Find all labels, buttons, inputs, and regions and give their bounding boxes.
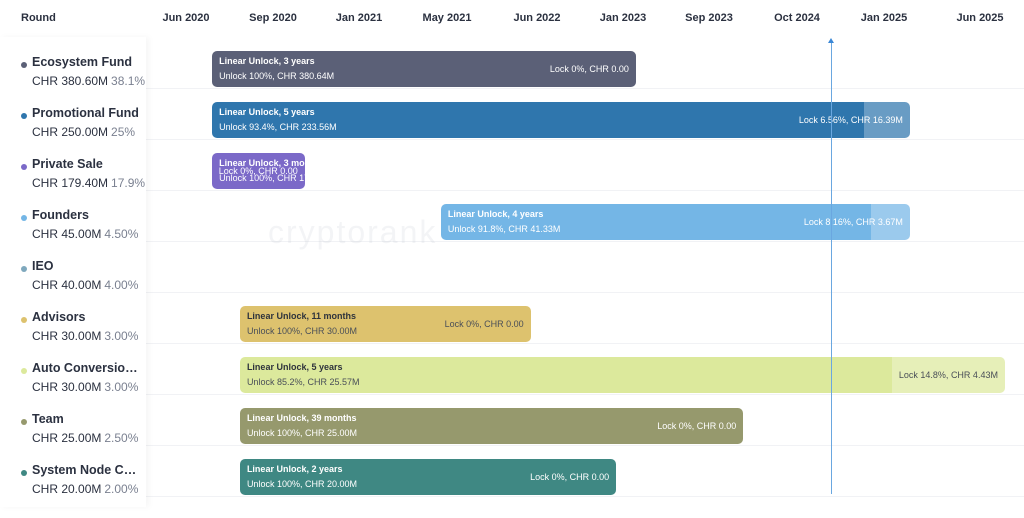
row-divider xyxy=(0,292,1024,293)
vesting-bar[interactable]: Linear Unlock, 5 years Unlock 93.4%, CHR … xyxy=(212,102,910,138)
legend-dot-icon xyxy=(21,164,27,170)
legend-dot-icon xyxy=(21,62,27,68)
unlock-detail: Unlock 100%, CHR 30.00M xyxy=(246,326,357,336)
round-amount: CHR 250.00M 25% xyxy=(32,125,136,139)
vesting-bar[interactable]: Linear Unlock, 2 years Unlock 100%, CHR 2… xyxy=(239,459,617,495)
round-amount: CHR 40.00M 4.00% xyxy=(32,278,139,292)
row-divider xyxy=(0,241,1024,242)
lock-detail: Lock 0%, CHR 0.00 xyxy=(657,421,737,431)
round-share: 4.00% xyxy=(104,278,139,292)
x-tick-label: Jun 2022 xyxy=(513,12,561,24)
unlock-detail: Unlock 100%, CHR 25.00M xyxy=(246,428,357,438)
legend-dot-icon xyxy=(21,368,27,374)
row-divider xyxy=(0,445,1024,446)
lock-detail: Lock 8.16%, CHR 3.67M xyxy=(803,217,903,227)
row-divider xyxy=(0,190,1024,191)
row-divider xyxy=(0,394,1024,395)
vesting-bar[interactable]: Linear Unlock, 4 years Unlock 91.8%, CHR … xyxy=(440,204,910,240)
lock-detail: Lock 0%, CHR 0.00 xyxy=(444,319,524,329)
vesting-bar[interactable]: Linear Unlock, 11 months Unlock 100%, CHR… xyxy=(239,306,531,342)
legend-dot-icon xyxy=(21,317,27,323)
round-share: 3.00% xyxy=(104,380,139,394)
watermark: cryptorank xyxy=(268,214,438,250)
round-share: 4.50% xyxy=(104,227,139,241)
round-name: Advisors xyxy=(32,310,86,324)
row-divider xyxy=(0,343,1024,344)
row-divider xyxy=(0,139,1024,140)
round-label[interactable]: Promotional Fund CHR 250.00M 25% xyxy=(0,102,146,153)
x-tick-label: Sep 2020 xyxy=(249,12,297,24)
vesting-bar[interactable]: Linear Unlock, 39 months Unlock 100%, CHR… xyxy=(239,408,744,444)
legend-dot-icon xyxy=(21,266,27,272)
unlock-detail: Unlock 93.4%, CHR 233.56M xyxy=(219,122,337,132)
round-name: System Node Co... xyxy=(32,463,140,477)
round-label[interactable]: Founders CHR 45.00M 4.50% xyxy=(0,204,146,255)
row-divider xyxy=(0,496,1024,497)
round-amount: CHR 45.00M 4.50% xyxy=(32,227,139,241)
round-amount: CHR 30.00M 3.00% xyxy=(32,380,139,394)
vesting-bar[interactable]: Linear Unlock, 3 monthsUnlock 100%, CHR … xyxy=(212,153,305,189)
round-share: 38.1% xyxy=(111,74,146,88)
round-share: 2.00% xyxy=(104,482,139,496)
round-label[interactable]: Ecosystem Fund CHR 380.60M 38.1% xyxy=(0,51,146,102)
x-tick-label: Sep 2023 xyxy=(685,12,733,24)
unlock-title: Linear Unlock, 2 years xyxy=(246,464,343,474)
lock-detail: Lock 0%, CHR 0.00 xyxy=(549,64,629,74)
round-label[interactable]: Advisors CHR 30.00M 3.00% xyxy=(0,306,146,357)
round-name: Private Sale xyxy=(32,157,103,171)
x-tick-label: Jan 2023 xyxy=(599,12,647,24)
round-amount: CHR 20.00M 2.00% xyxy=(32,482,139,496)
round-name: Promotional Fund xyxy=(32,106,139,120)
round-label[interactable]: System Node Co... CHR 20.00M 2.00% xyxy=(0,459,146,510)
lock-detail: Lock 14.8%, CHR 4.43M xyxy=(898,370,998,380)
lock-detail: Lock 6.56%, CHR 16.39M xyxy=(798,115,903,125)
round-share: 3.00% xyxy=(104,329,139,343)
round-share: 17.9% xyxy=(111,176,146,190)
x-tick-label: Jun 2020 xyxy=(162,12,210,24)
round-name: Ecosystem Fund xyxy=(32,55,133,69)
round-label[interactable]: Team CHR 25.00M 2.50% xyxy=(0,408,146,459)
lock-detail: Lock 0%, CHR 0.00 xyxy=(218,166,298,176)
vesting-bar[interactable]: Linear Unlock, 5 years Unlock 85.2%, CHR … xyxy=(239,357,1005,393)
legend-dot-icon xyxy=(21,470,27,476)
round-name: Founders xyxy=(32,208,89,222)
legend-dot-icon xyxy=(21,419,27,425)
round-name: Auto Conversion ... xyxy=(32,361,140,375)
round-column-header: Round xyxy=(21,12,56,24)
unlock-detail: Unlock 100%, CHR 380.64M xyxy=(219,71,335,81)
vesting-chart: Round Jun 2020 Sep 2020 Jan 2021 May 2021 Ju… xyxy=(0,0,1024,518)
unlock-title: Linear Unlock, 39 months xyxy=(246,413,357,423)
unlock-title: Linear Unlock, 5 years xyxy=(246,362,343,372)
x-tick-label: Jan 2025 xyxy=(860,12,908,24)
unlock-detail: Unlock 100%, CHR 20.00M xyxy=(246,479,357,489)
unlock-title: Linear Unlock, 5 years xyxy=(219,107,315,117)
vesting-bar[interactable]: Linear Unlock, 3 years Unlock 100%, CHR 3… xyxy=(212,51,636,87)
round-amount: CHR 25.00M 2.50% xyxy=(32,431,139,445)
legend-dot-icon xyxy=(21,215,27,221)
x-tick-label: Oct 2024 xyxy=(774,12,820,24)
round-amount: CHR 380.60M 38.1% xyxy=(32,74,146,88)
x-tick-label: Jun 2025 xyxy=(956,12,1004,24)
round-label[interactable]: Private Sale CHR 179.40M 17.9% xyxy=(0,153,146,204)
current-date-arrow-icon xyxy=(828,38,834,43)
round-label[interactable]: IEO CHR 40.00M 4.00% xyxy=(0,255,146,306)
x-tick-label: Jan 2021 xyxy=(335,12,383,24)
round-share: 25% xyxy=(111,125,136,139)
round-amount: CHR 179.40M 17.9% xyxy=(32,176,146,190)
current-date-line xyxy=(831,42,832,494)
round-label[interactable]: Auto Conversion ... CHR 30.00M 3.00% xyxy=(0,357,146,408)
unlock-title: Linear Unlock, 3 years xyxy=(219,56,315,66)
round-share: 2.50% xyxy=(104,431,139,445)
unlock-title: Linear Unlock, 11 months xyxy=(246,311,356,321)
round-name: IEO xyxy=(32,259,54,273)
round-name: Team xyxy=(32,412,64,426)
x-tick-label: May 2021 xyxy=(422,12,472,24)
unlock-detail: Unlock 91.8%, CHR 41.33M xyxy=(447,224,561,234)
unlock-detail: Unlock 85.2%, CHR 25.57M xyxy=(246,377,360,387)
row-divider xyxy=(0,88,1024,89)
unlock-title: Linear Unlock, 4 years xyxy=(447,209,544,219)
round-amount: CHR 30.00M 3.00% xyxy=(32,329,139,343)
lock-detail: Lock 0%, CHR 0.00 xyxy=(530,472,610,482)
legend-dot-icon xyxy=(21,113,27,119)
